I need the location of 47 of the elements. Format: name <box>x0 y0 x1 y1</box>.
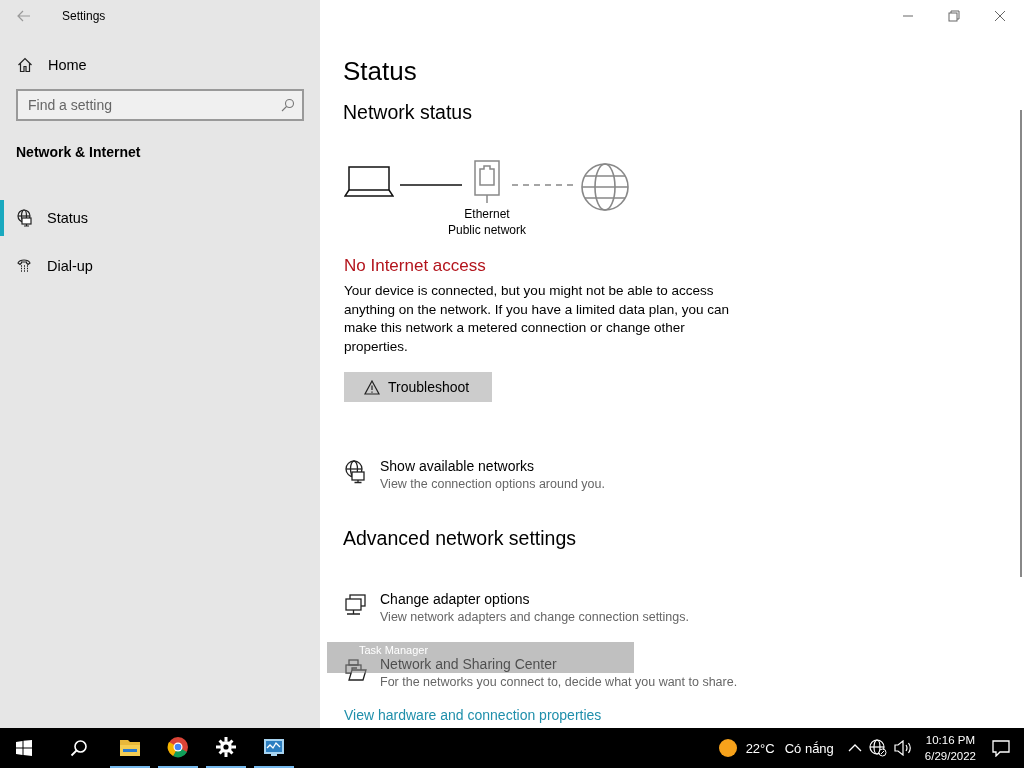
browser-icon <box>167 736 189 758</box>
clock-date[interactable]: 6/29/2022 <box>924 748 976 764</box>
option-description: View the connection options around you. <box>380 477 605 491</box>
sun-icon <box>717 738 738 758</box>
speaker-icon[interactable] <box>893 740 912 756</box>
globe-monitor-icon <box>16 209 34 227</box>
option-link[interactable]: Network and Sharing Center <box>380 656 738 672</box>
section-heading: Advanced network settings <box>343 527 577 550</box>
description-text: Your device is connected, but you might not be able to access anything on the network. If you have a limited data plan, you can make this network a metered connection or change other properties. <box>344 282 730 356</box>
globe-icon[interactable] <box>868 739 887 757</box>
restore-icon[interactable] <box>948 10 960 22</box>
ethernet-port-icon <box>473 159 501 205</box>
network-profile-label: Public network <box>448 222 527 238</box>
nav-item[interactable]: Dial-up <box>0 248 320 284</box>
window-title: Settings <box>62 9 106 23</box>
page-title: Status <box>343 56 417 87</box>
search-icon <box>281 98 295 112</box>
warning-icon <box>364 379 380 395</box>
section-heading: Network & Internet <box>16 144 142 160</box>
search-icon[interactable] <box>70 739 88 757</box>
start-icon[interactable] <box>16 740 32 756</box>
printer-folder-icon <box>344 658 368 682</box>
home-icon <box>17 57 33 73</box>
weather-condition[interactable]: Có nắng <box>784 740 834 756</box>
adapter-label: Ethernet <box>464 206 510 222</box>
alert-title: No Internet access <box>344 256 486 276</box>
section-heading: Network status <box>343 101 472 124</box>
troubleshoot-button[interactable]: Troubleshoot <box>344 372 492 402</box>
hardware-properties-link[interactable]: View hardware and connection properties <box>344 707 602 723</box>
close-icon[interactable] <box>994 10 1006 22</box>
monitor-chart-icon <box>263 736 285 758</box>
globe-icon <box>580 162 631 212</box>
clock-time[interactable]: 10:16 PM <box>925 732 976 748</box>
scrollbar[interactable] <box>1020 110 1022 577</box>
connection-line <box>400 183 462 187</box>
option-link[interactable]: Change adapter options <box>380 591 689 607</box>
gear-icon <box>215 736 237 758</box>
globe-monitor-icon <box>344 460 368 484</box>
option-description: For the networks you connect to, decide what you want to share. <box>380 675 738 689</box>
monitors-icon <box>344 593 368 617</box>
notification-icon[interactable] <box>992 739 1010 757</box>
option-link[interactable]: Show available networks <box>380 458 605 474</box>
home-link[interactable]: Home <box>17 57 87 73</box>
weather-temperature[interactable]: 22°C <box>745 740 775 756</box>
chevron-up-icon[interactable] <box>847 743 862 753</box>
search-field[interactable]: Find a setting <box>16 89 304 121</box>
option-description: View network adapters and change connection settings. <box>380 610 689 624</box>
